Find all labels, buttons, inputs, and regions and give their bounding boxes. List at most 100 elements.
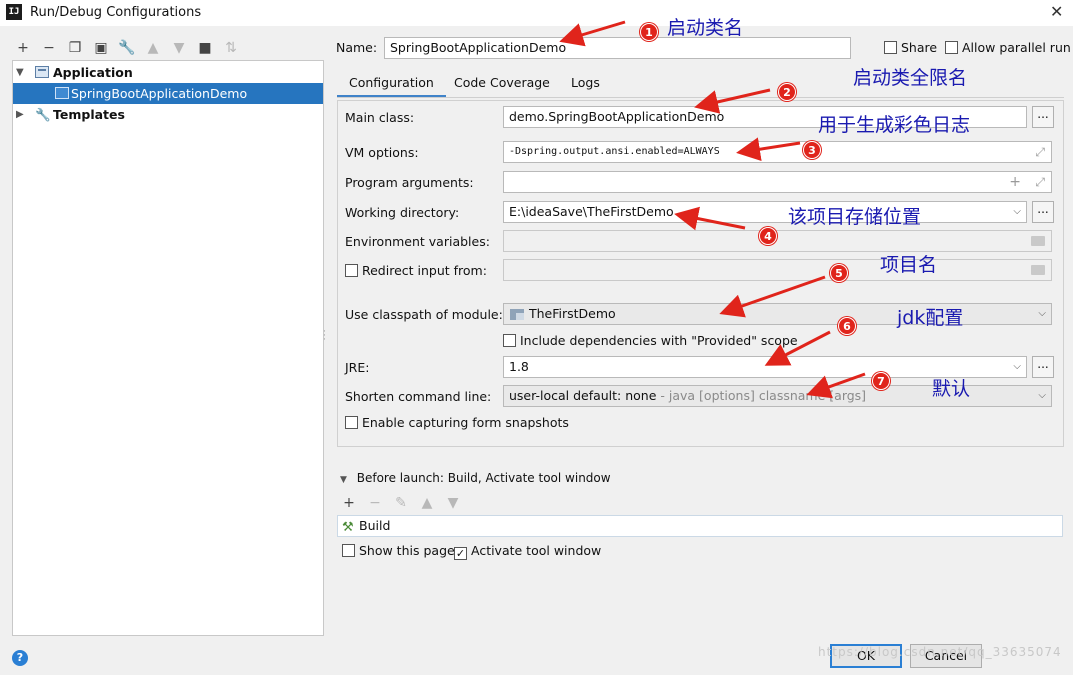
save-icon[interactable]: ▣ [92,40,110,56]
move-up-icon[interactable]: ▲ [418,495,436,511]
allow-parallel-checkbox[interactable]: Allow parallel run [945,40,1071,55]
tab-logs[interactable]: Logs [559,70,612,98]
window-title: Run/Debug Configurations [30,5,202,20]
tree-item-templates[interactable]: ▶ 🔧 Templates [13,104,323,125]
chevron-down-icon[interactable]: ▼ [340,475,347,485]
redirect-input[interactable] [503,259,1052,281]
classpath-select[interactable]: TheFirstDemo ⌵ [503,303,1052,325]
close-icon[interactable]: ✕ [1050,2,1063,21]
vm-options-label: VM options: [345,145,419,160]
before-launch-task[interactable]: ⚒ Build [337,515,1063,537]
tree-item-label: SpringBootApplicationDemo [71,86,248,101]
configuration-tree[interactable]: ▼ Application SpringBootApplicationDemo … [12,60,324,636]
wrench-icon: 🔧 [35,107,51,122]
help-icon[interactable]: ? [12,650,28,666]
name-label: Name: [336,40,378,55]
tab-configuration[interactable]: Configuration [337,70,446,98]
add-task-icon[interactable]: + [340,495,358,511]
working-dir-browse-button[interactable]: ... [1032,201,1054,223]
main-class-browse-button[interactable]: ... [1032,106,1054,128]
folder-icon[interactable]: ■ [196,40,214,56]
wrench-icon[interactable]: 🔧 [118,40,136,56]
chevron-down-icon[interactable]: ⌵ [1038,386,1046,406]
add-icon[interactable]: + [14,40,32,56]
hammer-icon: ⚒ [342,520,354,535]
program-args-input[interactable]: + ⤢ [503,171,1052,193]
activate-window-checkbox[interactable]: ✓ Activate tool window [454,543,601,560]
expand-icon[interactable]: ⤢ [1035,142,1045,162]
snapshots-checkbox[interactable]: Enable capturing form snapshots [345,415,569,430]
share-check[interactable] [884,41,897,54]
annotation-badge-1: 1 [640,23,658,41]
env-vars-label: Environment variables: [345,234,490,249]
annotation-text-1: 启动类名 [667,17,744,39]
env-vars-input[interactable] [503,230,1052,252]
chevron-down-icon[interactable]: ⌵ [1038,304,1046,324]
splitter-handle[interactable]: · · · [323,328,326,345]
redirect-check[interactable] [345,264,358,277]
tree-item-application[interactable]: ▼ Application [13,62,323,83]
annotation-text-4: 该项目存储位置 [788,206,922,228]
chevron-down-icon[interactable]: ⌵ [1013,357,1021,377]
share-label: Share [900,40,938,55]
working-dir-label: Working directory: [345,205,460,220]
remove-icon[interactable]: − [40,40,58,56]
tree-item-label: Templates [53,107,125,122]
expand-icon[interactable]: ⤢ [1035,172,1045,192]
classpath-value: TheFirstDemo [529,306,616,321]
edit-task-icon[interactable]: ✎ [392,495,410,511]
include-deps-checkbox[interactable]: Include dependencies with "Provided" sco… [503,333,798,348]
intellij-app-icon: IJ [6,4,22,20]
show-page-checkbox[interactable]: Show this page [342,543,455,558]
annotation-text-6: jdk配置 [897,307,964,329]
working-dir-input[interactable]: E:\ideaSave\TheFirstDemo ⌵ [503,201,1027,223]
folder-icon[interactable] [1031,265,1045,275]
before-launch-header[interactable]: ▼ Before launch: Build, Activate tool wi… [340,471,611,485]
chevron-down-icon[interactable]: ⌵ [1013,202,1021,222]
redirect-checkbox[interactable]: Redirect input from: [345,263,487,278]
annotation-text-7: 默认 [932,378,971,400]
main-class-label: Main class: [345,110,415,125]
activate-window-check[interactable]: ✓ [454,547,467,560]
snapshots-check[interactable] [345,416,358,429]
show-page-label: Show this page [358,543,455,558]
remove-task-icon[interactable]: − [366,495,384,511]
jre-value: 1.8 [509,359,529,374]
allow-parallel-label: Allow parallel run [961,40,1071,55]
annotation-text-3: 用于生成彩色日志 [818,114,971,136]
sort-icon[interactable]: ⇅ [222,40,240,56]
annotation-badge-4: 4 [759,227,777,245]
tab-code-coverage[interactable]: Code Coverage [442,70,562,98]
show-page-check[interactable] [342,544,355,557]
shorten-hint: - java [options] classname [args] [656,388,867,403]
tab-divider [337,97,1064,98]
watermark: https://blog.csdn.net/qq_33635074 [818,645,1062,659]
application-icon [35,66,49,78]
copy-icon[interactable]: ❐ [66,40,84,56]
annotation-text-2: 启动类全限名 [853,67,968,89]
tree-item-springbootapplicationdemo[interactable]: SpringBootApplicationDemo [13,83,323,104]
module-icon [510,309,524,320]
move-down-icon[interactable]: ▼ [444,495,462,511]
program-args-label: Program arguments: [345,175,474,190]
share-checkbox[interactable]: Share [884,40,937,55]
vm-options-input[interactable]: -Dspring.output.ansi.enabled=ALWAYS ⤢ [503,141,1052,163]
annotation-badge-3: 3 [803,141,821,159]
add-icon[interactable]: + [1009,172,1021,192]
folder-icon[interactable] [1031,236,1045,246]
chevron-down-icon[interactable]: ▼ [16,62,24,83]
jre-browse-button[interactable]: ... [1032,356,1054,378]
allow-parallel-check[interactable] [945,41,958,54]
jre-label: JRE: [345,360,370,375]
before-launch-label: Before launch: Build, Activate tool wind… [356,471,611,485]
move-up-icon[interactable]: ▲ [144,40,162,56]
move-down-icon[interactable]: ▼ [170,40,188,56]
include-deps-check[interactable] [503,334,516,347]
annotation-text-5: 项目名 [880,254,938,276]
vm-options-value: -Dspring.output.ansi.enabled=ALWAYS [509,146,720,157]
annotation-badge-7: 7 [872,372,890,390]
include-deps-label: Include dependencies with "Provided" sco… [519,333,798,348]
name-input[interactable]: SpringBootApplicationDemo [384,37,851,59]
snapshots-label: Enable capturing form snapshots [361,415,569,430]
chevron-right-icon[interactable]: ▶ [16,104,24,125]
